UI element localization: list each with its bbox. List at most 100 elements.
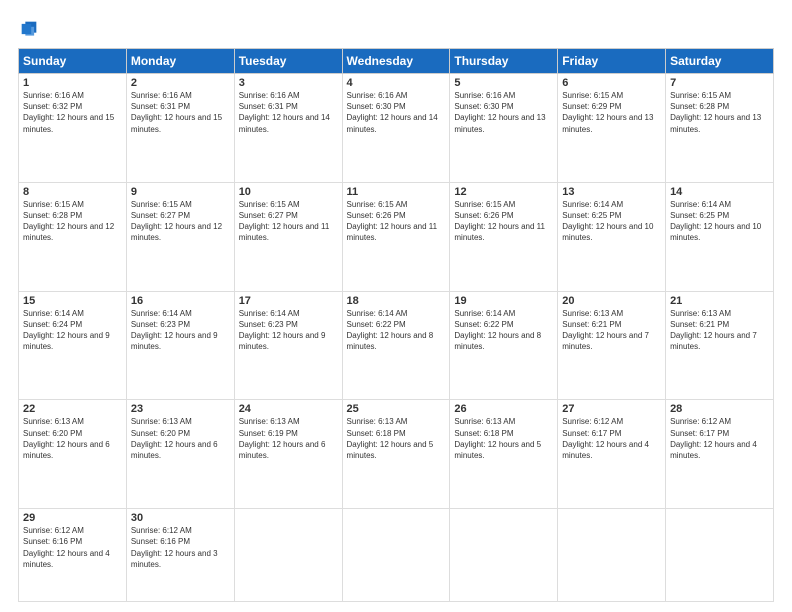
day-info: Sunrise: 6:14 AM Sunset: 6:23 PM Dayligh… bbox=[131, 308, 230, 353]
day-number: 16 bbox=[131, 295, 230, 307]
calendar-cell: 8 Sunrise: 6:15 AM Sunset: 6:28 PM Dayli… bbox=[19, 182, 127, 291]
calendar-cell: 22 Sunrise: 6:13 AM Sunset: 6:20 PM Dayl… bbox=[19, 400, 127, 509]
day-number: 13 bbox=[562, 186, 661, 198]
calendar-cell: 24 Sunrise: 6:13 AM Sunset: 6:19 PM Dayl… bbox=[234, 400, 342, 509]
calendar-cell: 27 Sunrise: 6:12 AM Sunset: 6:17 PM Dayl… bbox=[558, 400, 666, 509]
day-number: 2 bbox=[131, 77, 230, 89]
calendar-cell: 17 Sunrise: 6:14 AM Sunset: 6:23 PM Dayl… bbox=[234, 291, 342, 400]
col-header-monday: Monday bbox=[126, 49, 234, 74]
calendar-cell: 19 Sunrise: 6:14 AM Sunset: 6:22 PM Dayl… bbox=[450, 291, 558, 400]
day-number: 29 bbox=[23, 512, 122, 524]
day-number: 27 bbox=[562, 403, 661, 415]
calendar-week-row: 15 Sunrise: 6:14 AM Sunset: 6:24 PM Dayl… bbox=[19, 291, 774, 400]
calendar-cell: 29 Sunrise: 6:12 AM Sunset: 6:16 PM Dayl… bbox=[19, 509, 127, 602]
calendar-cell: 4 Sunrise: 6:16 AM Sunset: 6:30 PM Dayli… bbox=[342, 74, 450, 183]
day-info: Sunrise: 6:13 AM Sunset: 6:21 PM Dayligh… bbox=[562, 308, 661, 353]
calendar-cell: 28 Sunrise: 6:12 AM Sunset: 6:17 PM Dayl… bbox=[666, 400, 774, 509]
day-number: 21 bbox=[670, 295, 769, 307]
calendar-cell: 3 Sunrise: 6:16 AM Sunset: 6:31 PM Dayli… bbox=[234, 74, 342, 183]
calendar-cell bbox=[450, 509, 558, 602]
day-info: Sunrise: 6:16 AM Sunset: 6:30 PM Dayligh… bbox=[454, 90, 553, 135]
calendar-cell: 20 Sunrise: 6:13 AM Sunset: 6:21 PM Dayl… bbox=[558, 291, 666, 400]
header bbox=[18, 18, 774, 40]
day-info: Sunrise: 6:16 AM Sunset: 6:32 PM Dayligh… bbox=[23, 90, 122, 135]
day-info: Sunrise: 6:16 AM Sunset: 6:31 PM Dayligh… bbox=[239, 90, 338, 135]
day-info: Sunrise: 6:14 AM Sunset: 6:24 PM Dayligh… bbox=[23, 308, 122, 353]
col-header-friday: Friday bbox=[558, 49, 666, 74]
calendar-cell: 5 Sunrise: 6:16 AM Sunset: 6:30 PM Dayli… bbox=[450, 74, 558, 183]
calendar-cell: 18 Sunrise: 6:14 AM Sunset: 6:22 PM Dayl… bbox=[342, 291, 450, 400]
calendar-cell: 16 Sunrise: 6:14 AM Sunset: 6:23 PM Dayl… bbox=[126, 291, 234, 400]
day-info: Sunrise: 6:13 AM Sunset: 6:19 PM Dayligh… bbox=[239, 416, 338, 461]
day-number: 28 bbox=[670, 403, 769, 415]
day-number: 7 bbox=[670, 77, 769, 89]
calendar-cell bbox=[666, 509, 774, 602]
calendar-cell: 23 Sunrise: 6:13 AM Sunset: 6:20 PM Dayl… bbox=[126, 400, 234, 509]
day-number: 11 bbox=[347, 186, 446, 198]
day-info: Sunrise: 6:12 AM Sunset: 6:16 PM Dayligh… bbox=[23, 525, 122, 570]
day-info: Sunrise: 6:13 AM Sunset: 6:18 PM Dayligh… bbox=[347, 416, 446, 461]
calendar-cell: 1 Sunrise: 6:16 AM Sunset: 6:32 PM Dayli… bbox=[19, 74, 127, 183]
day-info: Sunrise: 6:15 AM Sunset: 6:29 PM Dayligh… bbox=[562, 90, 661, 135]
day-number: 20 bbox=[562, 295, 661, 307]
calendar-cell bbox=[342, 509, 450, 602]
calendar-cell: 11 Sunrise: 6:15 AM Sunset: 6:26 PM Dayl… bbox=[342, 182, 450, 291]
generalblue-logo-icon bbox=[18, 18, 40, 40]
day-info: Sunrise: 6:15 AM Sunset: 6:28 PM Dayligh… bbox=[23, 199, 122, 244]
calendar-cell bbox=[234, 509, 342, 602]
day-number: 22 bbox=[23, 403, 122, 415]
calendar-cell: 25 Sunrise: 6:13 AM Sunset: 6:18 PM Dayl… bbox=[342, 400, 450, 509]
col-header-wednesday: Wednesday bbox=[342, 49, 450, 74]
day-info: Sunrise: 6:15 AM Sunset: 6:26 PM Dayligh… bbox=[347, 199, 446, 244]
day-number: 15 bbox=[23, 295, 122, 307]
calendar-cell: 10 Sunrise: 6:15 AM Sunset: 6:27 PM Dayl… bbox=[234, 182, 342, 291]
col-header-sunday: Sunday bbox=[19, 49, 127, 74]
day-info: Sunrise: 6:12 AM Sunset: 6:17 PM Dayligh… bbox=[670, 416, 769, 461]
calendar-cell bbox=[558, 509, 666, 602]
calendar-week-row: 8 Sunrise: 6:15 AM Sunset: 6:28 PM Dayli… bbox=[19, 182, 774, 291]
calendar-cell: 6 Sunrise: 6:15 AM Sunset: 6:29 PM Dayli… bbox=[558, 74, 666, 183]
day-number: 6 bbox=[562, 77, 661, 89]
calendar-cell: 13 Sunrise: 6:14 AM Sunset: 6:25 PM Dayl… bbox=[558, 182, 666, 291]
day-number: 30 bbox=[131, 512, 230, 524]
day-info: Sunrise: 6:16 AM Sunset: 6:30 PM Dayligh… bbox=[347, 90, 446, 135]
day-info: Sunrise: 6:15 AM Sunset: 6:27 PM Dayligh… bbox=[239, 199, 338, 244]
calendar-cell: 9 Sunrise: 6:15 AM Sunset: 6:27 PM Dayli… bbox=[126, 182, 234, 291]
day-number: 24 bbox=[239, 403, 338, 415]
day-number: 25 bbox=[347, 403, 446, 415]
day-info: Sunrise: 6:15 AM Sunset: 6:28 PM Dayligh… bbox=[670, 90, 769, 135]
calendar-cell: 30 Sunrise: 6:12 AM Sunset: 6:16 PM Dayl… bbox=[126, 509, 234, 602]
day-number: 10 bbox=[239, 186, 338, 198]
calendar-cell: 14 Sunrise: 6:14 AM Sunset: 6:25 PM Dayl… bbox=[666, 182, 774, 291]
day-info: Sunrise: 6:14 AM Sunset: 6:23 PM Dayligh… bbox=[239, 308, 338, 353]
day-info: Sunrise: 6:13 AM Sunset: 6:18 PM Dayligh… bbox=[454, 416, 553, 461]
day-info: Sunrise: 6:13 AM Sunset: 6:21 PM Dayligh… bbox=[670, 308, 769, 353]
calendar-cell: 12 Sunrise: 6:15 AM Sunset: 6:26 PM Dayl… bbox=[450, 182, 558, 291]
calendar-week-row: 1 Sunrise: 6:16 AM Sunset: 6:32 PM Dayli… bbox=[19, 74, 774, 183]
day-info: Sunrise: 6:14 AM Sunset: 6:25 PM Dayligh… bbox=[562, 199, 661, 244]
calendar-table: SundayMondayTuesdayWednesdayThursdayFrid… bbox=[18, 48, 774, 602]
day-number: 1 bbox=[23, 77, 122, 89]
day-info: Sunrise: 6:14 AM Sunset: 6:25 PM Dayligh… bbox=[670, 199, 769, 244]
calendar-week-row: 22 Sunrise: 6:13 AM Sunset: 6:20 PM Dayl… bbox=[19, 400, 774, 509]
day-info: Sunrise: 6:16 AM Sunset: 6:31 PM Dayligh… bbox=[131, 90, 230, 135]
day-number: 3 bbox=[239, 77, 338, 89]
day-number: 14 bbox=[670, 186, 769, 198]
day-info: Sunrise: 6:13 AM Sunset: 6:20 PM Dayligh… bbox=[131, 416, 230, 461]
day-number: 5 bbox=[454, 77, 553, 89]
day-info: Sunrise: 6:15 AM Sunset: 6:27 PM Dayligh… bbox=[131, 199, 230, 244]
day-info: Sunrise: 6:13 AM Sunset: 6:20 PM Dayligh… bbox=[23, 416, 122, 461]
day-number: 23 bbox=[131, 403, 230, 415]
calendar-header-row: SundayMondayTuesdayWednesdayThursdayFrid… bbox=[19, 49, 774, 74]
col-header-saturday: Saturday bbox=[666, 49, 774, 74]
day-number: 12 bbox=[454, 186, 553, 198]
day-info: Sunrise: 6:12 AM Sunset: 6:17 PM Dayligh… bbox=[562, 416, 661, 461]
calendar-cell: 21 Sunrise: 6:13 AM Sunset: 6:21 PM Dayl… bbox=[666, 291, 774, 400]
calendar-cell: 2 Sunrise: 6:16 AM Sunset: 6:31 PM Dayli… bbox=[126, 74, 234, 183]
calendar-cell: 7 Sunrise: 6:15 AM Sunset: 6:28 PM Dayli… bbox=[666, 74, 774, 183]
day-info: Sunrise: 6:15 AM Sunset: 6:26 PM Dayligh… bbox=[454, 199, 553, 244]
col-header-thursday: Thursday bbox=[450, 49, 558, 74]
day-number: 8 bbox=[23, 186, 122, 198]
day-number: 19 bbox=[454, 295, 553, 307]
day-info: Sunrise: 6:14 AM Sunset: 6:22 PM Dayligh… bbox=[454, 308, 553, 353]
